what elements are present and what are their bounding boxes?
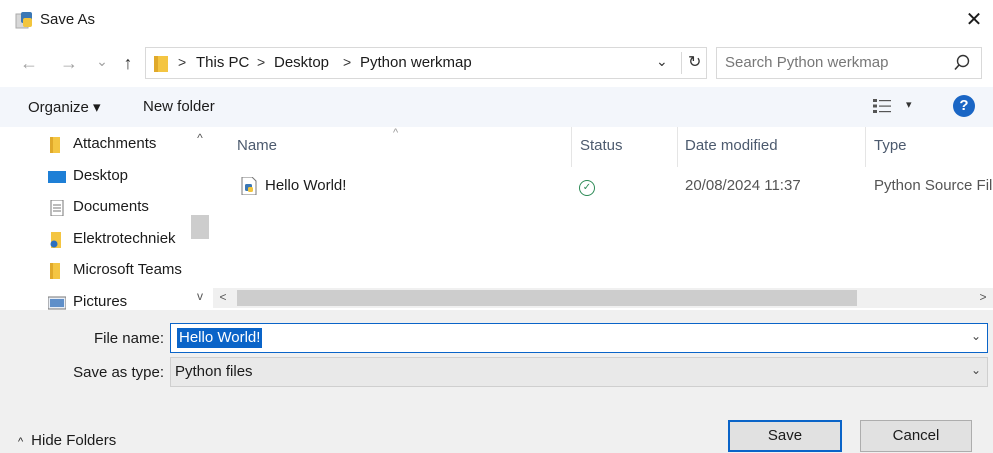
breadcrumb-separator: > (257, 54, 266, 70)
sidebar-item-documents[interactable]: Documents (0, 193, 190, 223)
up-arrow-icon[interactable]: ↑ (117, 52, 139, 74)
save-as-type-value: Python files (175, 363, 253, 380)
breadcrumb-python-werkmap[interactable]: Python werkmap (360, 54, 472, 71)
close-icon[interactable]: ✕ (962, 8, 986, 32)
column-divider[interactable] (865, 127, 866, 167)
sort-ascending-icon: ^ (393, 127, 399, 139)
file-name-label: File name: (93, 330, 164, 347)
search-box[interactable] (716, 47, 982, 79)
view-options-icon[interactable] (872, 97, 892, 115)
hide-folders-button[interactable]: ^ Hide Folders (18, 432, 116, 449)
refresh-icon[interactable]: ↻ (681, 52, 701, 74)
search-input[interactable] (725, 54, 945, 71)
folder-icon (50, 263, 60, 279)
navigation-pane: Attachments Desktop Documents Elektrotec… (0, 127, 210, 310)
view-dropdown-icon[interactable]: ▾ (906, 98, 912, 111)
search-icon[interactable] (953, 54, 971, 72)
sidebar-item-label: Desktop (73, 167, 129, 184)
chevron-up-icon: ^ (18, 436, 24, 448)
sidebar-item-attachments[interactable]: Attachments (0, 130, 190, 160)
help-icon[interactable]: ? (953, 95, 975, 117)
sidebar-item-label: Elektrotechniek (73, 230, 176, 247)
documents-icon (50, 200, 64, 216)
breadcrumb-desktop[interactable]: Desktop (274, 54, 329, 71)
desktop-icon (48, 171, 66, 183)
sidebar-scrollbar[interactable]: ^ v (190, 127, 210, 310)
chevron-down-icon[interactable]: ⌄ (971, 363, 981, 377)
table-row[interactable]: Hello World! ✓ 20/08/2024 11:37 Python S… (213, 173, 993, 199)
organize-button[interactable]: Organize ▾ (28, 98, 101, 116)
scrollbar-thumb[interactable] (191, 215, 209, 239)
address-bar[interactable]: > This PC > Desktop > Python werkmap ⌄ ↻ (145, 47, 707, 79)
sidebar-item-label: Documents (73, 198, 149, 215)
sidebar-item-elektrotechniek[interactable]: Elektrotechniek (0, 225, 190, 255)
sync-status-icon: ✓ (579, 180, 595, 196)
scroll-left-icon[interactable]: < (213, 290, 233, 304)
file-name: Hello World! (265, 177, 347, 194)
hide-folders-label: Hide Folders (31, 432, 117, 449)
column-divider[interactable] (571, 127, 572, 167)
recent-locations-icon[interactable]: ⌄ (91, 50, 113, 72)
back-arrow-icon[interactable]: ← (18, 52, 40, 74)
breadcrumb-separator: > (178, 54, 187, 70)
column-header-status[interactable]: Status (580, 137, 623, 154)
file-name-field[interactable]: Hello World! ⌄ (170, 323, 988, 353)
title-bar (0, 0, 993, 42)
new-folder-button[interactable]: New folder (143, 98, 215, 115)
scroll-right-icon[interactable]: > (973, 290, 993, 304)
scroll-down-icon[interactable]: v (190, 289, 210, 303)
file-type: Python Source Fil (874, 177, 993, 194)
scroll-up-icon[interactable]: ^ (190, 131, 210, 145)
sidebar-item-label: Microsoft Teams (73, 261, 182, 278)
sidebar-item-desktop[interactable]: Desktop (0, 162, 190, 192)
folder-icon (154, 56, 168, 72)
sidebar-item-microsoft-teams[interactable]: Microsoft Teams (0, 256, 190, 286)
save-as-type-select[interactable]: Python files ⌄ (170, 357, 988, 387)
sidebar-item-label: Pictures (73, 293, 128, 310)
folder-icon (50, 137, 60, 153)
file-name-input[interactable]: Hello World! (177, 328, 263, 348)
cancel-button[interactable]: Cancel (860, 420, 972, 452)
save-button[interactable]: Save (728, 420, 842, 452)
chevron-down-icon[interactable]: ⌄ (971, 329, 981, 343)
breadcrumb-this-pc[interactable]: This PC (196, 54, 249, 71)
save-as-type-label: Save as type: (73, 364, 164, 381)
breadcrumb-separator: > (343, 54, 352, 70)
forward-arrow-icon[interactable]: → (58, 52, 80, 74)
scrollbar-thumb[interactable] (237, 290, 857, 306)
pictures-icon (48, 296, 66, 310)
shared-folder-icon (50, 232, 61, 248)
column-header-type[interactable]: Type (874, 137, 907, 154)
column-header-date-modified[interactable]: Date modified (685, 137, 778, 154)
window-title: Save As (40, 11, 96, 28)
python-app-icon (15, 12, 32, 29)
file-list: ^ Name Status Date modified Type Hello W… (213, 127, 993, 310)
python-file-icon (241, 177, 257, 195)
column-header-name[interactable]: Name (237, 137, 277, 154)
chevron-down-icon[interactable]: ⌄ (656, 53, 668, 70)
command-bar: Organize ▾ New folder ▾ ? (0, 87, 993, 127)
column-divider[interactable] (677, 127, 678, 167)
file-date-modified: 20/08/2024 11:37 (685, 177, 801, 194)
sidebar-item-label: Attachments (73, 135, 157, 152)
file-list-scrollbar[interactable]: < > (213, 288, 993, 308)
